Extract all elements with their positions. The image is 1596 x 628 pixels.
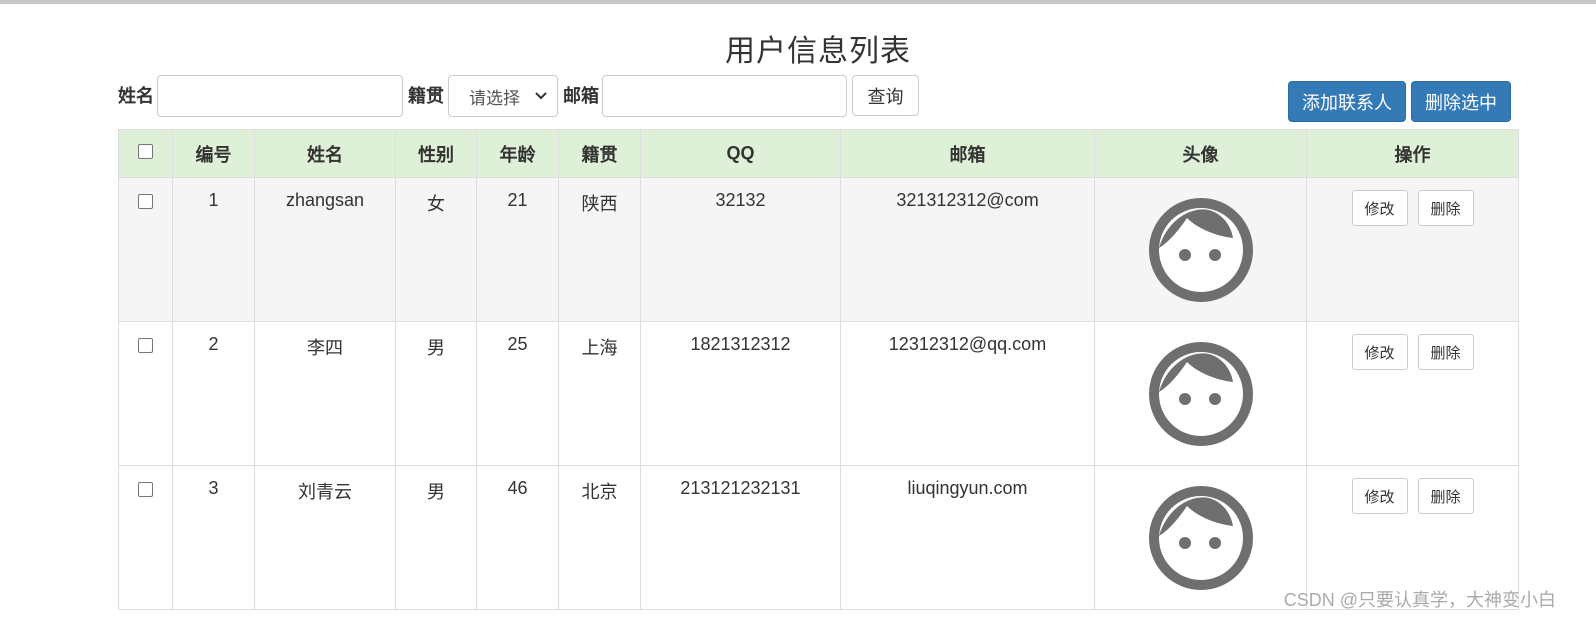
header-avatar: 头像: [1094, 129, 1307, 178]
user-table: 编号 姓名 性别 年龄 籍贯 QQ 邮箱 头像 操作 1 zhangsan 女 …: [118, 129, 1519, 610]
header-name: 姓名: [254, 129, 396, 178]
cell-gender: 男: [395, 465, 477, 610]
cell-qq: 1821312312: [640, 321, 841, 466]
name-label: 姓名: [118, 86, 154, 106]
table-row: 1 zhangsan 女 21 陕西 32132 321312312@com 修…: [118, 177, 1519, 322]
email-input[interactable]: [602, 75, 847, 117]
origin-select[interactable]: 请选择: [448, 75, 558, 117]
cell-age: 25: [476, 321, 559, 466]
cell-email: liuqingyun.com: [840, 465, 1095, 610]
origin-select-value: 请选择: [469, 88, 520, 108]
table-header-row: 编号 姓名 性别 年龄 籍贯 QQ 邮箱 头像 操作: [118, 129, 1519, 178]
select-all-checkbox[interactable]: [138, 144, 153, 159]
row-select-cell: [118, 177, 173, 322]
cell-avatar: [1094, 465, 1307, 610]
cell-gender: 男: [395, 321, 477, 466]
edit-button[interactable]: 修改: [1351, 478, 1408, 514]
cell-gender: 女: [395, 177, 477, 322]
cell-actions: 修改 删除: [1306, 177, 1519, 322]
avatar-face-icon: [1148, 198, 1253, 302]
header-age: 年龄: [476, 129, 559, 178]
delete-button[interactable]: 删除: [1417, 478, 1474, 514]
delete-selected-button[interactable]: 删除选中: [1411, 81, 1511, 122]
edit-button[interactable]: 修改: [1351, 190, 1408, 226]
table-row: 2 李四 男 25 上海 1821312312 12312312@qq.com …: [118, 321, 1519, 466]
delete-button[interactable]: 删除: [1417, 334, 1474, 370]
avatar-face-icon: [1148, 342, 1253, 446]
row-select-cell: [118, 465, 173, 610]
header-gender: 性别: [395, 129, 477, 178]
cell-email: 321312312@com: [840, 177, 1095, 322]
cell-qq: 32132: [640, 177, 841, 322]
cell-email: 12312312@qq.com: [840, 321, 1095, 466]
row-checkbox[interactable]: [138, 194, 153, 209]
cell-origin: 上海: [558, 321, 641, 466]
origin-label: 籍贯: [408, 86, 444, 106]
chevron-down-icon: [535, 92, 547, 100]
header-origin: 籍贯: [558, 129, 641, 178]
window-top-border: [0, 0, 1596, 4]
name-input[interactable]: [157, 75, 403, 117]
avatar-face-icon: [1148, 486, 1253, 590]
cell-name: 李四: [254, 321, 396, 466]
row-checkbox[interactable]: [138, 482, 153, 497]
cell-origin: 北京: [558, 465, 641, 610]
header-id: 编号: [172, 129, 255, 178]
add-contact-button[interactable]: 添加联系人: [1288, 81, 1406, 122]
header-actions: 操作: [1306, 129, 1519, 178]
row-select-cell: [118, 321, 173, 466]
cell-id: 2: [172, 321, 255, 466]
header-qq: QQ: [640, 129, 841, 178]
cell-actions: 修改 删除: [1306, 321, 1519, 466]
watermark: CSDN @只要认真学，大神变小白: [1283, 590, 1556, 610]
cell-qq: 213121232131: [640, 465, 841, 610]
select-all-cell: [118, 129, 173, 178]
delete-button[interactable]: 删除: [1417, 190, 1474, 226]
cell-origin: 陕西: [558, 177, 641, 322]
cell-age: 21: [476, 177, 559, 322]
cell-avatar: [1094, 177, 1307, 322]
edit-button[interactable]: 修改: [1351, 334, 1408, 370]
cell-id: 1: [172, 177, 255, 322]
query-button[interactable]: 查询: [852, 75, 919, 116]
cell-name: zhangsan: [254, 177, 396, 322]
cell-age: 46: [476, 465, 559, 610]
page-title: 用户信息列表: [725, 35, 911, 68]
header-email: 邮箱: [840, 129, 1095, 178]
cell-avatar: [1094, 321, 1307, 466]
cell-name: 刘青云: [254, 465, 396, 610]
row-checkbox[interactable]: [138, 338, 153, 353]
cell-id: 3: [172, 465, 255, 610]
email-label: 邮箱: [563, 86, 599, 106]
